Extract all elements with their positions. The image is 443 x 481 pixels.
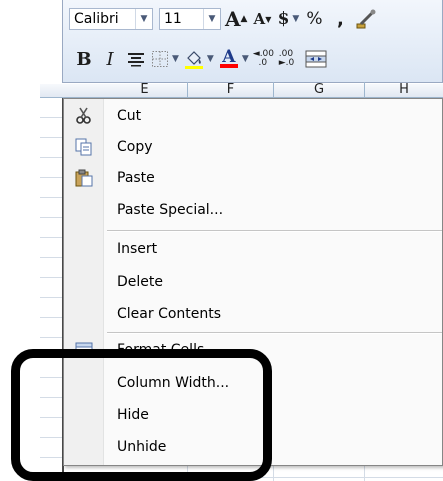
accounting-format-button[interactable]: $ ▼ [277,6,300,32]
italic-button[interactable]: I [99,46,121,72]
paste-icon [75,169,93,187]
menu-item-insert[interactable]: Insert [64,236,442,262]
menu-item-label: Cut [117,108,142,124]
menu-separator [107,332,442,334]
chevron-down-icon[interactable]: ▼ [172,54,179,64]
menu-item-label: Paste Special... [117,202,224,218]
chevron-down-icon[interactable]: ▼ [242,54,249,64]
column-header-bar: E F G H [40,82,443,98]
bold-label: B [76,48,92,70]
font-name-value: Calibri [74,11,119,27]
font-size-value: 11 [164,11,182,27]
menu-item-paste[interactable]: Paste [64,165,442,191]
menu-item-label: Clear Contents [117,306,222,322]
merge-center-icon [305,50,327,68]
highlight-annotation-box [11,349,272,481]
menu-item-label: Delete [117,274,163,290]
menu-item-paste-special[interactable]: Paste Special... [64,197,442,223]
column-header-g[interactable]: G [274,82,365,97]
comma-symbol: , [337,8,344,30]
mini-toolbar: Calibri ▼ 11 ▼ A ▲ A ▼ $ ▼ % , B I ▼ ▼ A… [62,0,443,83]
currency-symbol: $ [277,9,290,29]
font-color-label: A [222,47,236,67]
decrease-decimal-button[interactable]: .00 ►.0 [279,46,301,72]
grow-font-button[interactable]: A ▲ [225,6,247,32]
menu-separator [107,230,442,232]
mini-toolbar-row-1: Calibri ▼ 11 ▼ A ▲ A ▼ $ ▼ % , [63,0,377,38]
shrink-font-button[interactable]: A ▼ [251,6,273,32]
mini-toolbar-row-2: B I ▼ ▼ A ▼ ◄.00 .0 .00 ►.0 [63,40,327,78]
format-painter-icon [356,9,376,29]
column-header-label: H [399,82,409,97]
column-header-e[interactable]: E [102,82,188,97]
menu-item-copy[interactable]: Copy [64,134,442,160]
borders-button[interactable]: ▼ [151,46,179,72]
column-header-label: F [226,82,235,97]
column-header-h[interactable]: H [365,82,443,97]
chevron-down-icon[interactable]: ▼ [203,9,220,29]
percent-symbol: % [306,9,323,29]
column-header-label: G [313,82,325,97]
menu-item-label: Paste [117,170,155,186]
chevron-down-icon[interactable]: ▼ [207,54,214,64]
menu-item-label: Insert [117,241,158,257]
copy-icon [75,138,92,156]
comma-style-button[interactable]: , [329,6,351,32]
align-center-icon [128,53,144,67]
bold-button[interactable]: B [73,46,95,72]
scissors-icon [76,107,91,124]
italic-label: I [106,48,114,70]
percent-style-button[interactable]: % [303,6,325,32]
center-button[interactable] [125,46,147,72]
chevron-down-icon[interactable]: ▼ [135,9,152,29]
column-header-f[interactable]: F [188,82,274,97]
paint-bucket-icon [184,51,203,69]
font-size-combo[interactable]: 11 ▼ [159,8,221,30]
column-header-label: E [140,82,149,97]
menu-item-clear-contents[interactable]: Clear Contents [64,301,442,327]
merge-center-button[interactable] [305,46,327,72]
font-color-button[interactable]: A [218,46,240,72]
format-painter-button[interactable] [355,6,377,32]
decimal-zero-icon: .0 [252,58,268,68]
menu-item-cut[interactable]: Cut [64,103,442,129]
menu-item-delete[interactable]: Delete [64,269,442,295]
increase-decimal-button[interactable]: ◄.00 .0 [253,46,275,72]
borders-icon [152,51,168,67]
menu-item-label: Copy [117,139,153,155]
chevron-down-icon[interactable]: ▼ [292,14,299,24]
fill-color-button[interactable] [183,46,205,72]
font-name-combo[interactable]: Calibri ▼ [69,8,153,30]
arrow-right-icon: ►.0 [278,58,295,68]
font-color-bar [219,64,238,68]
